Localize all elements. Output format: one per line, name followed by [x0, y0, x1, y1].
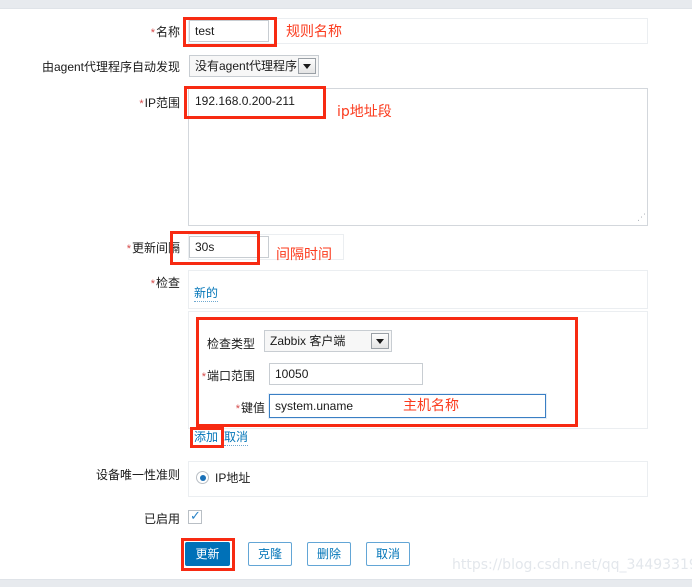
port-range-label-text: 端口范围 — [206, 369, 255, 383]
update-interval-label: *更新间隔 — [60, 241, 180, 257]
checks-row-band — [188, 270, 648, 309]
check-icon: ✓ — [190, 508, 201, 523]
check-type-select[interactable]: Zabbix 客户端 — [264, 330, 392, 352]
discovery-rule-form-page: *名称 规则名称 由agent代理程序自动发现 没有agent代理程序 *IP范… — [0, 0, 692, 587]
ip-range-label: *IP范围 — [60, 96, 180, 112]
device-uniqueness-radio-ip[interactable] — [196, 471, 209, 484]
watermark-text: https://blog.csdn.net/qq_34493319 — [452, 557, 692, 573]
cancel-button[interactable]: 取消 — [366, 542, 410, 566]
key-label-text: 键值 — [240, 401, 265, 415]
device-uniqueness-label-text: 设备唯一性准则 — [95, 468, 180, 482]
bottom-chrome-band — [0, 579, 692, 587]
proxy-select-value: 没有agent代理程序 — [195, 59, 298, 73]
cancel-check-link[interactable]: 取消 — [224, 430, 249, 446]
update-interval-label-text: 更新间隔 — [131, 241, 180, 255]
name-label: *名称 — [60, 25, 180, 41]
name-input[interactable] — [189, 20, 269, 42]
ip-range-textarea[interactable] — [188, 88, 648, 226]
enabled-checkbox[interactable]: ✓ — [188, 508, 202, 524]
textarea-resize-handle-icon[interactable]: ⋰ — [637, 213, 647, 223]
update-interval-input[interactable] — [189, 236, 269, 258]
update-interval-annotation: 间隔时间 — [276, 247, 332, 263]
checks-new-link[interactable]: 新的 — [194, 286, 219, 302]
add-check-link[interactable]: 添加 — [194, 430, 219, 446]
ip-range-annotation: ip地址段 — [337, 104, 392, 120]
name-label-text: 名称 — [155, 25, 180, 39]
proxy-label: 由agent代理程序自动发现 — [20, 60, 180, 75]
ip-range-label-text: IP范围 — [144, 96, 180, 110]
checks-label: *检查 — [60, 276, 180, 292]
top-chrome-band — [0, 0, 692, 9]
delete-button[interactable]: 删除 — [307, 542, 351, 566]
port-range-label: *端口范围 — [150, 369, 255, 385]
checks-label-text: 检查 — [155, 276, 180, 290]
name-annotation: 规则名称 — [286, 24, 342, 40]
proxy-select[interactable]: 没有agent代理程序 — [189, 55, 319, 77]
chevron-down-icon[interactable] — [298, 58, 316, 74]
clone-button[interactable]: 克隆 — [248, 542, 292, 566]
device-uniqueness-label: 设备唯一性准则 — [60, 468, 180, 483]
chevron-down-icon[interactable] — [371, 333, 389, 349]
port-range-input[interactable] — [269, 363, 423, 385]
device-uniqueness-radio-label: IP地址 — [215, 471, 251, 485]
key-label: *键值 — [150, 401, 265, 417]
proxy-label-text: 由agent代理程序自动发现 — [41, 60, 180, 74]
enabled-label-text: 已启用 — [143, 512, 180, 526]
enabled-label: 已启用 — [60, 512, 180, 527]
check-type-label-text: 检查类型 — [206, 337, 255, 351]
update-button[interactable]: 更新 — [185, 542, 230, 566]
key-annotation: 主机名称 — [403, 398, 459, 414]
check-type-select-value: Zabbix 客户端 — [270, 334, 346, 348]
check-type-label: 检查类型 — [150, 337, 255, 352]
device-uniqueness-row-band — [188, 461, 648, 497]
